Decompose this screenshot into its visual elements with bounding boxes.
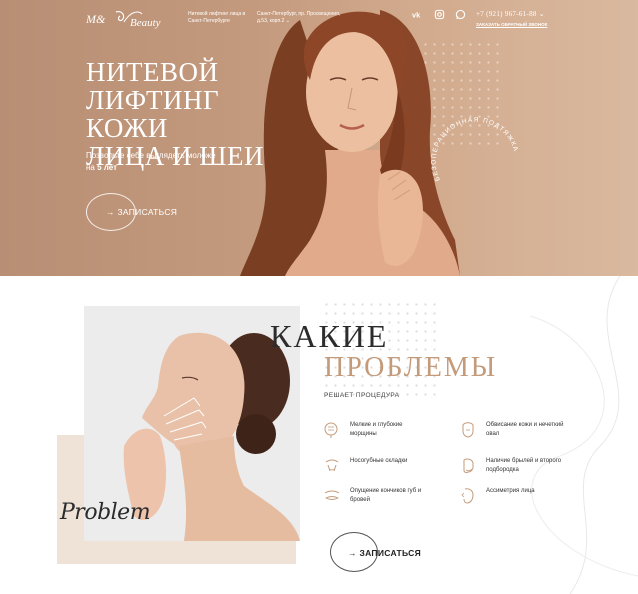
problems-heading-line2: ПРОБЛЕМЫ	[324, 352, 498, 383]
whatsapp-icon[interactable]	[455, 9, 466, 20]
signup-button-problems[interactable]: → ЗАПИСАТЬСЯ	[348, 548, 421, 558]
hero-subtitle: Позвольте себе выглядеть моложе на 5 лет	[86, 150, 216, 174]
vk-icon[interactable]: vk	[412, 9, 423, 20]
face-asymmetry-icon	[461, 488, 474, 504]
header-address[interactable]: Санкт-Петербург, пр. Просвещения, д.53, …	[257, 11, 347, 25]
brand-logo: M& Beauty	[86, 11, 161, 29]
phone-text: +7 (921) 967-61-88	[476, 10, 537, 18]
problem-item-text: Мелкие и глубокие морщины	[350, 422, 403, 437]
face-oval-icon	[462, 422, 474, 438]
svg-text:vk: vk	[412, 10, 421, 19]
phone-number[interactable]: +7 (921) 967-61-88 ⌄	[476, 10, 545, 18]
face-wrinkles-icon	[324, 422, 338, 438]
problem-item-text: Обвисание кожи и нечеткий овал	[486, 422, 564, 437]
problem-item: Обвисание кожи и нечеткий овал	[459, 421, 566, 439]
nasolabial-icon	[325, 459, 339, 472]
double-chin-icon	[463, 458, 474, 474]
problems-subheading: РЕШАЕТ ПРОЦЕДУРА	[324, 392, 400, 399]
signup-button-hero[interactable]: → ЗАПИСАТЬСЯ	[106, 207, 177, 217]
problems-heading-line1: КАКИЕ	[270, 318, 389, 354]
problem-item-text: Наличие брылей и второго подбородка	[486, 458, 562, 473]
svg-text:M&: M&	[86, 12, 106, 26]
page: M& Beauty Нитевой лифтинг лица в Санкт-П…	[0, 0, 638, 594]
problem-item-text: Носогубные складки	[350, 458, 408, 464]
svg-text:БЕЗОПЕРАЦИОННАЯ ПОДТЯЖКА ЛИЦА: БЕЗОПЕРАЦИОННАЯ ПОДТЯЖКА ЛИЦА	[420, 95, 520, 182]
badge-text: БЕЗОПЕРАЦИОННАЯ ПОДТЯЖКА ЛИЦА	[420, 95, 519, 182]
problem-script-label: Problem	[60, 500, 151, 525]
svg-text:Beauty: Beauty	[130, 17, 161, 29]
hero-subtitle-bold: 5 лет	[97, 163, 118, 172]
address-text: Санкт-Петербург, пр. Просвещения, д.53, …	[257, 11, 341, 24]
problem-item-text: Ассиметрия лица	[486, 488, 535, 494]
problem-item: Носогубные складки	[323, 457, 430, 475]
header-tagline: Нитевой лифтинг лица в Санкт-Петербурге	[188, 11, 246, 24]
problem-item: Опущение кончиков губ и бровей	[323, 487, 430, 505]
problem-item-text: Опущение кончиков губ и бровей	[350, 488, 422, 503]
problem-item: Мелкие и глубокие морщины	[323, 421, 430, 439]
hero-title-line2: ЛИФТИНГ КОЖИ	[86, 85, 220, 143]
callback-link[interactable]: ЗАКАЗАТЬ ОБРАТНЫЙ ЗВОНОК	[476, 22, 547, 27]
chevron-down-icon: ⌄	[538, 10, 545, 18]
problem-item: Ассиметрия лица	[459, 487, 566, 505]
instagram-icon[interactable]	[434, 9, 445, 20]
chevron-down-icon: ⌄	[285, 18, 290, 24]
eyebrow-icon	[324, 490, 340, 500]
circular-badge-text: БЕЗОПЕРАЦИОННАЯ ПОДТЯЖКА ЛИЦА	[420, 95, 520, 182]
problem-item: Наличие брылей и второго подбородка	[459, 457, 566, 475]
hero-section: M& Beauty Нитевой лифтинг лица в Санкт-П…	[0, 0, 638, 276]
hero-title-line1: НИТЕВОЙ	[86, 57, 219, 87]
